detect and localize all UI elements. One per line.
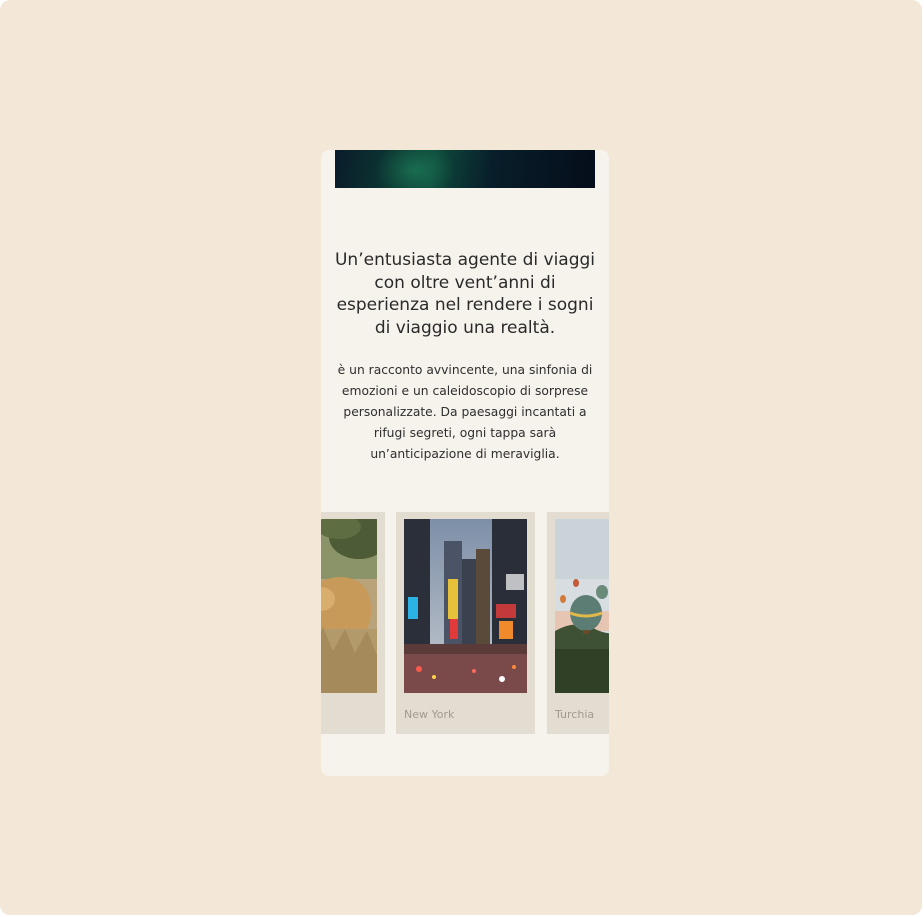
hero-aurora-image [335, 150, 595, 188]
hot-air-balloons-photo [555, 519, 609, 693]
headline: Un’entusiasta agente di viaggi con oltre… [334, 250, 596, 338]
lioness-photo [321, 519, 377, 693]
card-caption-new-york: New York [404, 708, 455, 721]
destination-card-new-york[interactable]: New York [396, 512, 535, 734]
page-background: Un’entusiasta agente di viaggi con oltre… [0, 0, 922, 915]
times-square-photo [404, 519, 527, 693]
destination-card-turchia[interactable]: Turchia [547, 512, 609, 734]
destination-card-1[interactable] [321, 512, 385, 734]
mobile-preview-panel[interactable]: Un’entusiasta agente di viaggi con oltre… [321, 150, 609, 776]
resize-handle-icon[interactable] [599, 766, 608, 776]
description-text: è un racconto avvincente, una sinfonia d… [337, 363, 593, 461]
aurora-glow [375, 150, 455, 188]
card-caption-turchia: Turchia [555, 708, 595, 721]
